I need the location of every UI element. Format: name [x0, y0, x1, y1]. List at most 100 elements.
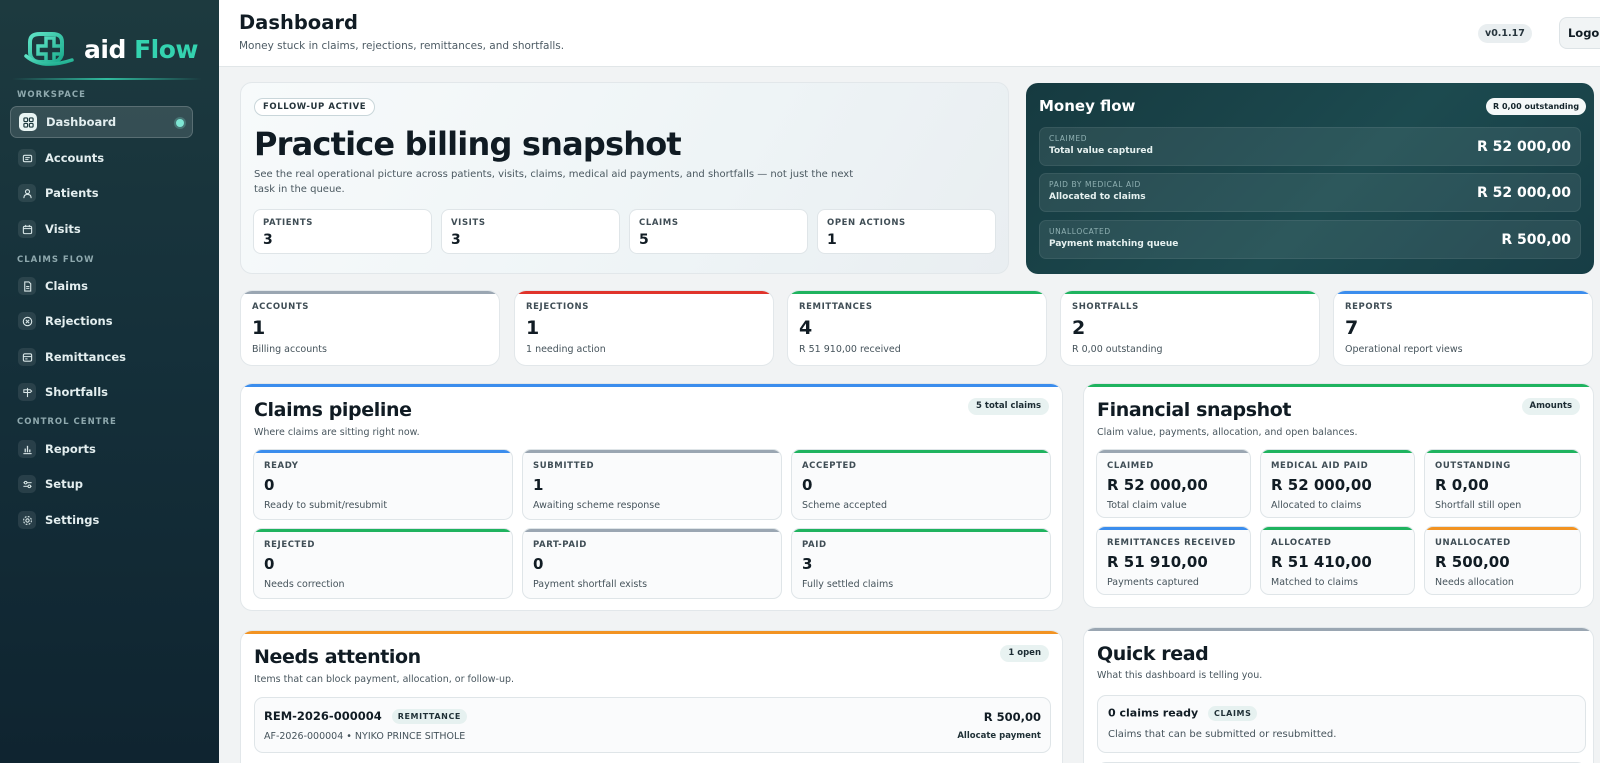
page-subtitle: Money stuck in claims, rejections, remit…	[239, 40, 565, 52]
tile-label: PART-PAID	[533, 540, 587, 550]
metric-open-actions[interactable]: OPEN ACTIONS 1	[817, 209, 996, 254]
tile-label: UNALLOCATED	[1435, 538, 1511, 548]
stat-value: 1	[252, 317, 266, 339]
sidebar-item-reports[interactable]: Reports	[10, 433, 193, 465]
fin-tile-medical-aid-paid[interactable]: MEDICAL AID PAID R 52 000,00 Allocated t…	[1260, 449, 1415, 518]
sidebar-item-setup[interactable]: Setup	[10, 468, 193, 500]
tile-label: READY	[264, 461, 299, 471]
tile-sub: Ready to submit/resubmit	[264, 500, 388, 511]
pipeline-tile-part-paid[interactable]: PART-PAID 0 Payment shortfall exists	[522, 528, 782, 599]
financial-snapshot-card: Financial snapshot Claim value, payments…	[1083, 383, 1594, 608]
fin-tile-unallocated[interactable]: UNALLOCATED R 500,00 Needs allocation	[1424, 526, 1581, 595]
stat-sub: 1 needing action	[526, 344, 606, 355]
fin-tile-remittances-received[interactable]: REMITTANCES RECEIVED R 51 910,00 Payment…	[1096, 526, 1251, 595]
nav-section-claims-flow: CLAIMS FLOW	[17, 255, 95, 265]
stat-label: REJECTIONS	[526, 302, 589, 312]
wallet-icon	[18, 149, 36, 167]
tile-accent-bar	[523, 450, 781, 453]
sidebar-item-visits[interactable]: Visits	[10, 213, 193, 245]
attention-item[interactable]: REM-2026-000004 REMITTANCE AF-2026-00000…	[254, 697, 1051, 753]
tile-value: R 52 000,00	[1271, 476, 1372, 494]
allocate-payment-link[interactable]: Allocate payment	[957, 731, 1041, 741]
tile-accent-bar	[523, 529, 781, 532]
sidebar-item-shortfalls[interactable]: Shortfalls	[10, 376, 193, 408]
total-claims-badge: 5 total claims	[968, 398, 1049, 415]
sidebar-item-rejections[interactable]: Rejections	[10, 305, 193, 337]
metric-visits[interactable]: VISITS 3	[441, 209, 620, 254]
tile-value: 0	[802, 476, 813, 494]
brand-logo[interactable]: aid Flow	[22, 26, 198, 72]
money-row-value: R 52 000,00	[1476, 185, 1571, 201]
pipeline-tile-ready[interactable]: READY 0 Ready to submit/resubmit	[253, 449, 513, 520]
stat-card-rejections[interactable]: REJECTIONS 1 1 needing action	[514, 290, 774, 366]
tile-label: REMITTANCES RECEIVED	[1107, 538, 1236, 548]
stat-value: 2	[1072, 317, 1086, 339]
gear-icon	[18, 511, 36, 529]
tile-accent-bar	[792, 529, 1050, 532]
tile-value: R 52 000,00	[1107, 476, 1208, 494]
tile-sub: Shortfall still open	[1435, 500, 1522, 511]
sidebar-item-label: Dashboard	[46, 115, 117, 129]
money-flow-card: Money flow R 0,00 outstanding CLAIMED To…	[1026, 83, 1594, 274]
claims-pipeline-card: Claims pipeline Where claims are sitting…	[240, 383, 1063, 611]
metric-label: CLAIMS	[639, 218, 679, 228]
stat-accent-bar	[788, 291, 1046, 294]
tile-sub: Scheme accepted	[802, 500, 887, 511]
sidebar-item-label: Setup	[45, 477, 83, 491]
fin-tile-claimed[interactable]: CLAIMED R 52 000,00 Total claim value	[1096, 449, 1251, 518]
signpost-icon	[18, 383, 36, 401]
money-row-sub: Payment matching queue	[1049, 239, 1179, 249]
sidebar-item-patients[interactable]: Patients	[10, 177, 193, 209]
fin-tile-outstanding[interactable]: OUTSTANDING R 0,00 Shortfall still open	[1424, 449, 1581, 518]
hero-description: See the real operational picture across …	[254, 169, 854, 195]
pipeline-tile-rejected[interactable]: REJECTED 0 Needs correction	[253, 528, 513, 599]
stat-sub: Billing accounts	[252, 344, 327, 355]
sidebar-item-dashboard[interactable]: Dashboard	[10, 106, 193, 138]
pipeline-tile-paid[interactable]: PAID 3 Fully settled claims	[791, 528, 1051, 599]
tile-label: REJECTED	[264, 540, 316, 550]
stat-label: ACCOUNTS	[252, 302, 310, 312]
sidebar-item-label: Settings	[45, 513, 100, 527]
stat-accent-bar	[515, 291, 773, 294]
follow-up-badge: FOLLOW-UP ACTIVE	[254, 98, 376, 116]
metric-patients[interactable]: PATIENTS 3	[253, 209, 432, 254]
tile-label: MEDICAL AID PAID	[1271, 461, 1369, 471]
sidebar-item-settings[interactable]: Settings	[10, 504, 193, 536]
page-title: Dashboard	[239, 11, 358, 34]
quick-read-tag: CLAIMS	[1208, 706, 1258, 721]
document-icon	[18, 277, 36, 295]
aidflow-logo-icon	[24, 32, 74, 66]
attention-amount: R 500,00	[983, 710, 1041, 724]
tile-label: PAID	[802, 540, 827, 550]
tile-label: CLAIMED	[1107, 461, 1154, 471]
quick-read-item[interactable]: 0 claims ready CLAIMS Claims that can be…	[1097, 695, 1586, 753]
pipeline-tile-submitted[interactable]: SUBMITTED 1 Awaiting scheme response	[522, 449, 782, 520]
sidebar-item-claims[interactable]: Claims	[10, 270, 193, 302]
pipeline-tile-accepted[interactable]: ACCEPTED 0 Scheme accepted	[791, 449, 1051, 520]
pipeline-subtitle: Where claims are sitting right now.	[254, 427, 420, 438]
stat-sub: Operational report views	[1345, 344, 1463, 355]
metric-label: PATIENTS	[263, 218, 313, 228]
sidebar-item-accounts[interactable]: Accounts	[10, 142, 193, 174]
nav-section-workspace: WORKSPACE	[17, 90, 86, 100]
user-icon	[18, 184, 36, 202]
fin-tile-allocated[interactable]: ALLOCATED R 51 410,00 Matched to claims	[1260, 526, 1415, 595]
stat-card-remittances[interactable]: REMITTANCES 4 R 51 910,00 received	[787, 290, 1047, 366]
stat-card-reports[interactable]: REPORTS 7 Operational report views	[1333, 290, 1593, 366]
metric-claims[interactable]: CLAIMS 5	[629, 209, 808, 254]
metric-value: 5	[639, 232, 649, 248]
money-row-unallocated: UNALLOCATED Payment matching queue R 500…	[1039, 220, 1581, 259]
x-circle-icon	[18, 312, 36, 330]
active-indicator	[176, 119, 184, 127]
stat-card-accounts[interactable]: ACCOUNTS 1 Billing accounts	[240, 290, 500, 366]
sidebar-item-remittances[interactable]: Remittances	[10, 341, 193, 373]
sidebar: aid Flow WORKSPACE Dashboard Accounts Pa…	[0, 0, 219, 763]
tile-label: SUBMITTED	[533, 461, 595, 471]
top-header: Dashboard Money stuck in claims, rejecti…	[219, 0, 1600, 67]
tile-value: R 51 410,00	[1271, 553, 1372, 571]
sidebar-item-label: Reports	[45, 442, 96, 456]
outstanding-badge: R 0,00 outstanding	[1486, 98, 1587, 115]
logout-button[interactable]: Logout	[1559, 17, 1600, 49]
stat-card-shortfalls[interactable]: SHORTFALLS 2 R 0,00 outstanding	[1060, 290, 1320, 366]
quick-read-card: Quick read What this dashboard is tellin…	[1083, 627, 1594, 763]
